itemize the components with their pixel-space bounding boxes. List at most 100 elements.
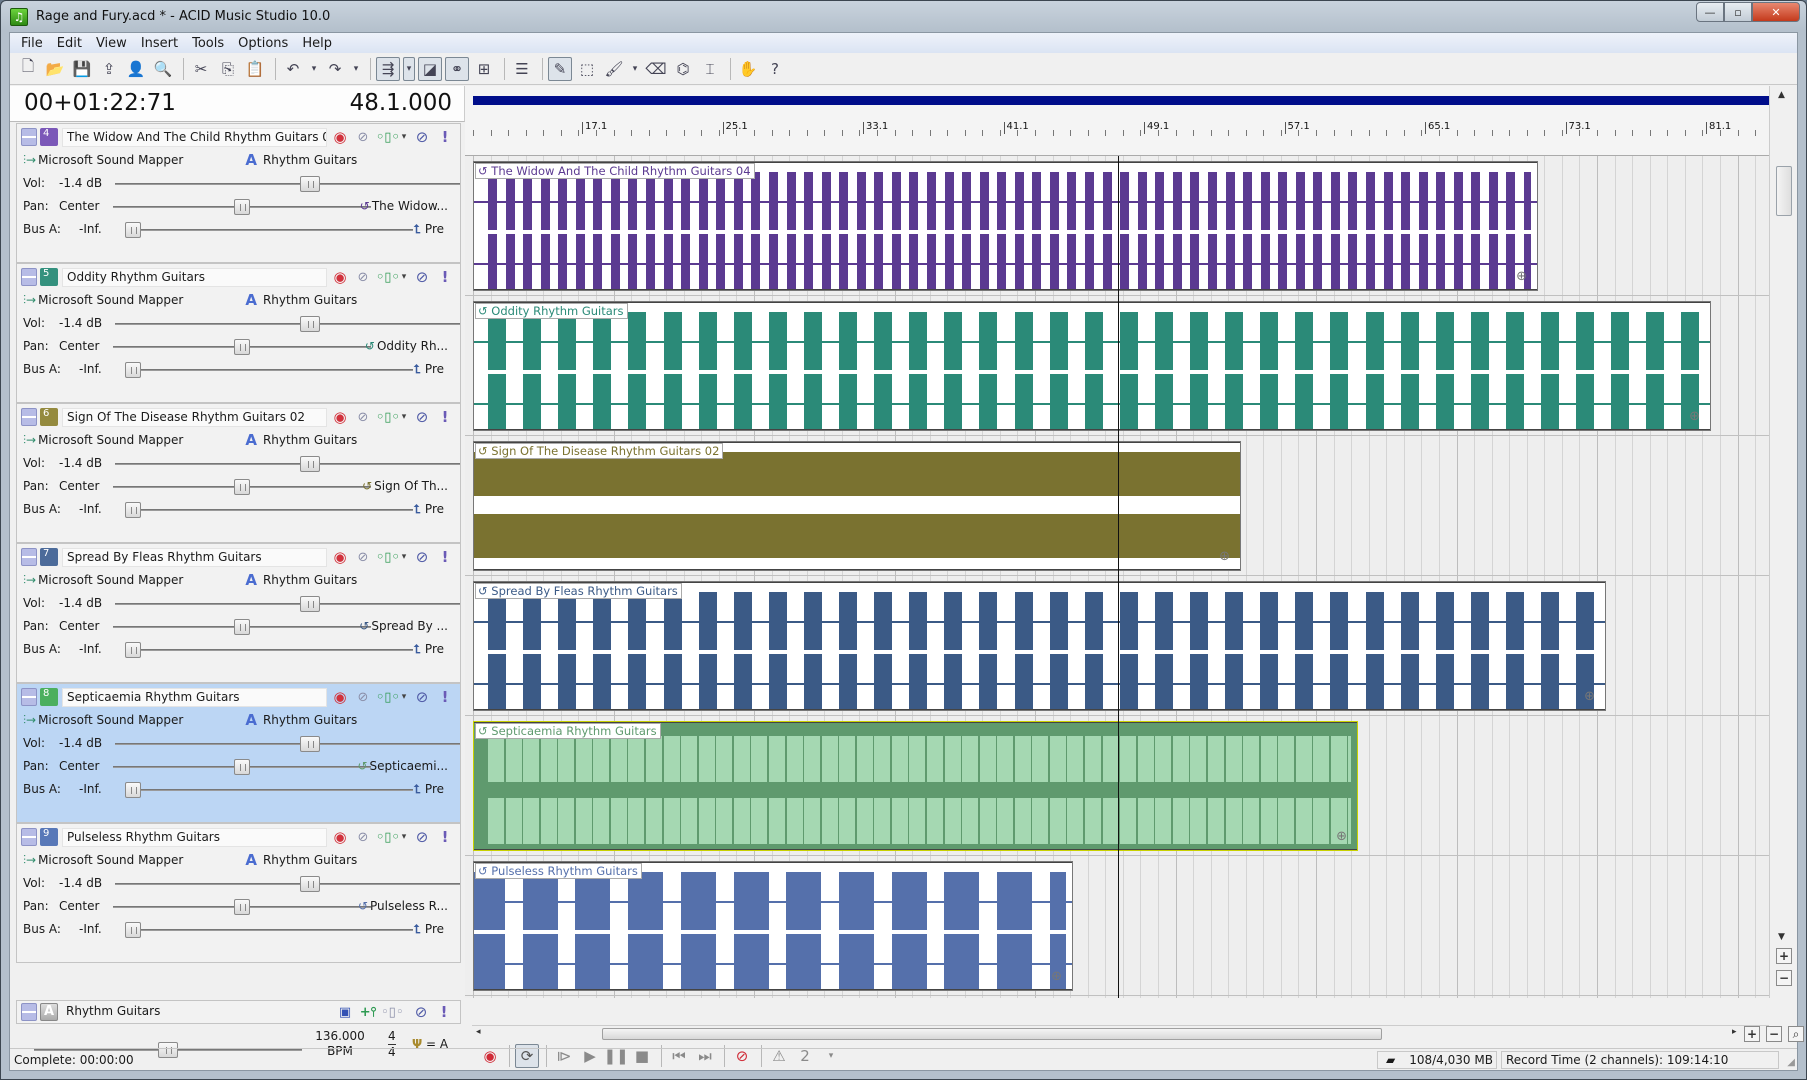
undo-dropdown-icon[interactable]: ▾	[308, 57, 320, 81]
mute-icon[interactable]: ⊘	[412, 548, 432, 566]
bus-envelope-icon[interactable]: ◦▯◦	[381, 1005, 404, 1020]
erase-tool-icon[interactable]: ⌫	[644, 57, 668, 81]
assigned-bus[interactable]: Rhythm Guitars	[263, 293, 357, 307]
bus-send-slider-thumb[interactable]	[125, 502, 141, 518]
auto-crossfade-icon[interactable]: ⚭	[445, 56, 469, 81]
track-number-badge[interactable]: 5	[40, 268, 58, 286]
clip-selector[interactable]: ↺ Pulseless R...	[358, 899, 448, 913]
track-fx-icon[interactable]: ⊘	[353, 130, 373, 145]
volume-slider-thumb[interactable]	[300, 736, 320, 752]
publish-icon[interactable]: ⇪	[97, 57, 121, 81]
bus-send-slider-thumb[interactable]	[125, 922, 141, 938]
pan-slider-thumb[interactable]	[234, 619, 250, 635]
track-name[interactable]: Septicaemia Rhythm Guitars	[62, 687, 327, 707]
assigned-bus[interactable]: Rhythm Guitars	[263, 153, 357, 167]
lock-envelopes-icon[interactable]: ⊞	[472, 57, 496, 81]
selection-tool-icon[interactable]: ⬚	[575, 57, 599, 81]
arm-for-record-icon[interactable]: ◉	[330, 828, 350, 846]
bus-track[interactable]: A Rhythm Guitars ▣ +⫯ ◦▯◦ ⊘ !	[16, 1000, 461, 1024]
pan-slider-thumb[interactable]	[234, 759, 250, 775]
volume-slider[interactable]	[115, 316, 460, 332]
bus-send-slider-thumb[interactable]	[125, 782, 141, 798]
bus-send-slider-thumb[interactable]	[125, 222, 141, 238]
output-device[interactable]: Microsoft Sound Mapper	[38, 293, 183, 307]
arm-for-record-icon[interactable]: ◉	[330, 688, 350, 706]
envelope-insert-icon[interactable]: ◦▯◦	[376, 690, 400, 705]
menu-insert[interactable]: Insert	[134, 36, 185, 51]
envelope-dropdown-icon[interactable]: ▾	[399, 692, 409, 702]
pan-slider[interactable]	[113, 339, 371, 355]
whats-this-help-icon[interactable]: ?	[763, 57, 787, 81]
track-lane[interactable]: ↺ Pulseless Rhythm Guitars ⊕	[465, 856, 1769, 996]
resize-grip-icon[interactable]: ◢	[1787, 1057, 1795, 1068]
pre-post-toggle[interactable]: ⮤ Pre	[414, 642, 444, 657]
event-envelope-bottom[interactable]	[474, 849, 1357, 850]
menu-view[interactable]: View	[89, 36, 134, 51]
pre-post-toggle[interactable]: ⮤ Pre	[414, 922, 444, 937]
bus-send-slider[interactable]	[125, 782, 413, 798]
track-fx-icon[interactable]: ⊘	[353, 690, 373, 705]
event-label[interactable]: ↺ The Widow And The Child Rhythm Guitars…	[475, 163, 755, 179]
menu-edit[interactable]: Edit	[50, 36, 89, 51]
bus-send-slider[interactable]	[125, 642, 413, 658]
volume-slider-thumb[interactable]	[300, 876, 320, 892]
audio-event[interactable]: ↺ Oddity Rhythm Guitars ⊕	[473, 301, 1711, 431]
event-envelope-bottom[interactable]	[474, 289, 1537, 290]
audio-event[interactable]: ↺ The Widow And The Child Rhythm Guitars…	[473, 161, 1538, 291]
output-device-icon[interactable]: ⫶→	[23, 573, 36, 588]
output-device-icon[interactable]: ⫶→	[23, 293, 36, 308]
volume-slider[interactable]	[115, 736, 460, 752]
event-move-handle-icon[interactable]: ⊕	[1219, 549, 1230, 564]
pan-slider[interactable]	[113, 479, 371, 495]
event-envelope-bottom[interactable]	[474, 709, 1605, 710]
pan-slider[interactable]	[113, 619, 371, 635]
track-number-badge[interactable]: 8	[40, 688, 58, 706]
track-lane[interactable]: ↺ Oddity Rhythm Guitars ⊕	[465, 296, 1769, 436]
audio-event[interactable]: ↺ Septicaemia Rhythm Guitars ⊕	[473, 721, 1358, 851]
timeline-ruler[interactable]: 17.1 25.1 33.1 41.1 49.1 57.1 65.1 73.1 81.1	[465, 86, 1774, 156]
clip-selector[interactable]: ↺ Sign Of Th...	[362, 479, 448, 493]
volume-slider[interactable]	[115, 176, 460, 192]
output-device-icon[interactable]: ⫶→	[23, 153, 36, 168]
track-name[interactable]: Oddity Rhythm Guitars	[62, 267, 327, 287]
cut-icon[interactable]: ✂	[189, 57, 213, 81]
hand-icon[interactable]: ✋	[736, 57, 760, 81]
scroll-right-icon[interactable]: ▸	[1732, 1027, 1737, 1037]
track-minimize-icon[interactable]	[21, 548, 37, 566]
track-fx-icon[interactable]: ⊘	[353, 270, 373, 285]
scroll-left-icon[interactable]: ◂	[476, 1027, 481, 1037]
track-lane[interactable]: ↺ Septicaemia Rhythm Guitars ⊕	[465, 716, 1769, 856]
solo-icon[interactable]: !	[435, 548, 455, 566]
track-lane[interactable]: ↺ Spread By Fleas Rhythm Guitars ⊕	[465, 576, 1769, 716]
vertical-scroll-thumb[interactable]	[1776, 166, 1792, 216]
mute-icon[interactable]: ⊘	[412, 128, 432, 146]
output-device-icon[interactable]: ⫶→	[23, 713, 36, 728]
track-number-badge[interactable]: 7	[40, 548, 58, 566]
track-header[interactable]: 6 Sign Of The Disease Rhythm Guitars 02 …	[16, 403, 461, 543]
redo-dropdown-icon[interactable]: ▾	[350, 57, 362, 81]
event-envelope-bottom[interactable]	[474, 989, 1072, 990]
event-label[interactable]: ↺ Sign Of The Disease Rhythm Guitars 02	[475, 443, 724, 459]
pan-slider[interactable]	[113, 899, 371, 915]
envelope-insert-icon[interactable]: ◦▯◦	[376, 410, 400, 425]
zoom-out-horizontal-button[interactable]: −	[1766, 1026, 1782, 1042]
bus-send-slider-thumb[interactable]	[125, 642, 141, 658]
user-icon[interactable]: 👤	[124, 57, 148, 81]
track-number-badge[interactable]: 6	[40, 408, 58, 426]
track-lane[interactable]: ↺ Sign Of The Disease Rhythm Guitars 02 ⊕	[465, 436, 1769, 576]
menu-help[interactable]: Help	[295, 36, 339, 51]
zoom-tool-icon[interactable]: ⌕	[1788, 1026, 1804, 1042]
track-fx-icon[interactable]: ⊘	[353, 410, 373, 425]
loop-region-bar[interactable]	[473, 96, 1769, 105]
pre-post-toggle[interactable]: ⮤ Pre	[414, 362, 444, 377]
audio-event[interactable]: ↺ Spread By Fleas Rhythm Guitars ⊕	[473, 581, 1606, 711]
paint-tool-icon[interactable]: 🖌	[602, 57, 626, 81]
pan-slider-thumb[interactable]	[234, 339, 250, 355]
new-file-icon[interactable]: 🗋	[16, 57, 40, 81]
track-header[interactable]: 4 The Widow And The Child Rhythm Guitars…	[16, 123, 461, 263]
track-minimize-icon[interactable]	[21, 828, 37, 846]
volume-slider[interactable]	[115, 596, 460, 612]
envelope-insert-icon[interactable]: ◦▯◦	[376, 130, 400, 145]
track-lane[interactable]: ↺ The Widow And The Child Rhythm Guitars…	[465, 156, 1769, 296]
envelope-insert-icon[interactable]: ◦▯◦	[376, 830, 400, 845]
